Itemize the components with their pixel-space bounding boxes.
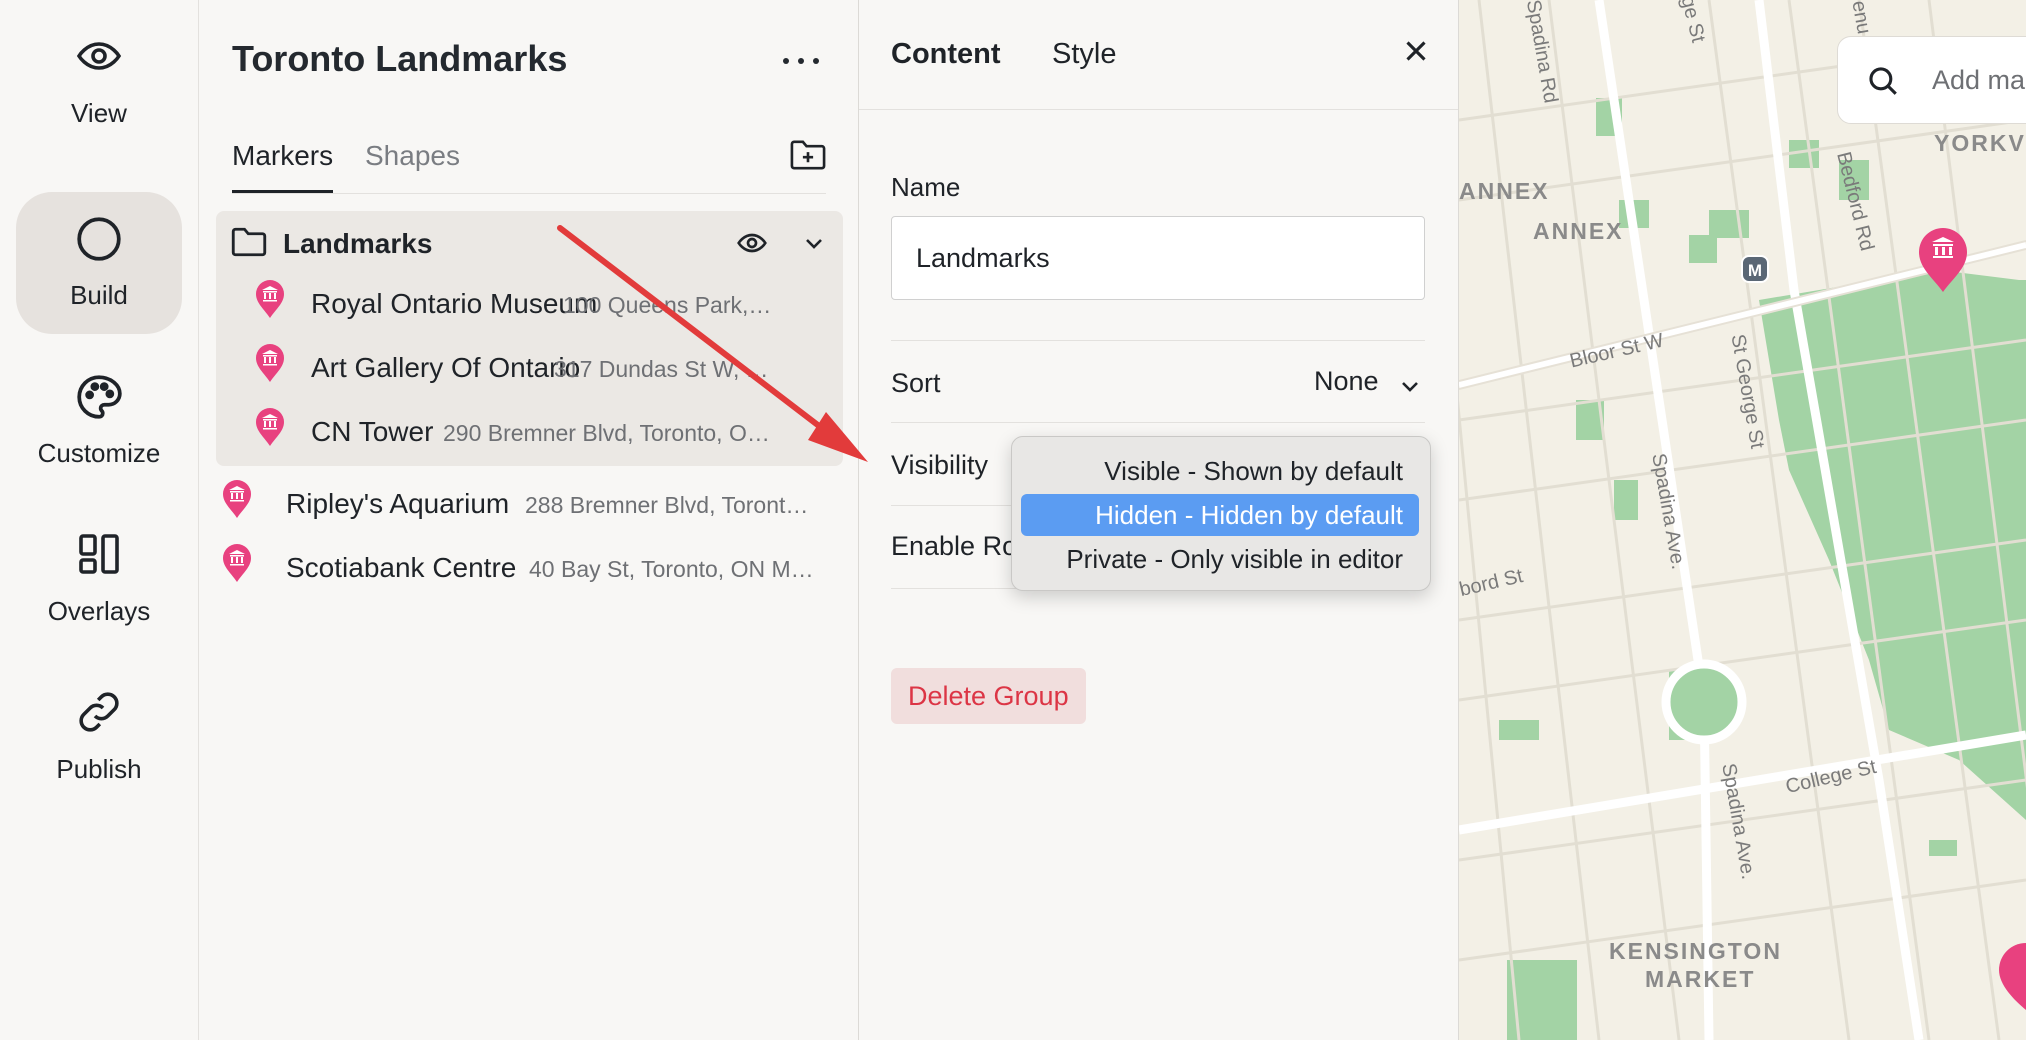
subway-station-icon: M (1741, 255, 1769, 283)
map-search-box[interactable]: Add ma (1837, 36, 2026, 124)
tab-content[interactable]: Content (891, 38, 1001, 71)
delete-group-button[interactable]: Delete Group (891, 668, 1086, 724)
marker-address: 290 Bremner Blvd, Toronto, ON M5V 3L9 (443, 420, 777, 446)
enable-routing-label: Enable Ro (891, 531, 1018, 561)
divider (891, 422, 1425, 423)
group-name-input[interactable] (891, 216, 1425, 300)
museum-pin-icon (256, 344, 284, 382)
marker-row[interactable]: Ripley's Aquarium 288 Bremner Blvd, Toro… (222, 475, 832, 537)
rail-item-view[interactable]: View (16, 10, 182, 152)
rail-label-build: Build (70, 280, 128, 310)
marker-name: CN Tower (311, 416, 434, 447)
visibility-option-visible[interactable]: Visible - Shown by default (1021, 450, 1419, 492)
map-area-label: ANNEX (1533, 218, 1624, 244)
visibility-option-private[interactable]: Private - Only visible in editor (1021, 538, 1419, 580)
museum-pin-icon (223, 480, 251, 518)
more-options-button[interactable] (779, 40, 823, 80)
group-name: Landmarks (283, 228, 433, 259)
tab-style[interactable]: Style (1052, 38, 1116, 71)
palette-icon (77, 375, 122, 419)
left-nav-rail: View Build Customize Overlays Publish (0, 0, 199, 1040)
close-icon[interactable] (1399, 34, 1433, 68)
rail-label-publish: Publish (56, 754, 142, 784)
circle-icon (77, 217, 121, 261)
visibility-option-hidden[interactable]: Hidden - Hidden by default (1021, 494, 1419, 536)
museum-pin-icon (256, 408, 284, 446)
marker-row[interactable]: Scotiabank Centre 40 Bay St, Toronto, ON… (222, 539, 832, 601)
rail-item-build[interactable]: Build (16, 192, 182, 334)
search-icon (1869, 67, 1897, 95)
museum-pin-icon (223, 544, 251, 582)
name-label: Name (891, 172, 961, 202)
marker-address: 288 Bremner Blvd, Toronto, ON (525, 492, 817, 518)
marker-name: Scotiabank Centre (286, 552, 517, 583)
map-view[interactable]: M ANNEX ANNEX YORKV KENSINGTON MARKET Sp… (1459, 0, 2026, 1040)
map-area-label: YORKV (1934, 130, 2026, 156)
group-header-row[interactable]: Landmarks (216, 211, 843, 275)
rail-item-customize[interactable]: Customize (16, 350, 182, 492)
visibility-dropdown-menu: Visible - Shown by default Hidden - Hidd… (1011, 436, 1431, 591)
layers-panel: Toronto Landmarks Markers Shapes Landmar… (199, 0, 859, 1040)
tab-markers[interactable]: Markers (232, 140, 334, 193)
spadina-circle (1661, 659, 1747, 745)
map-pin-partial (1999, 943, 2026, 1010)
marker-row[interactable]: Art Gallery Of Ontario 317 Dundas St W, … (255, 339, 835, 401)
chevron-down-icon (1402, 382, 1418, 392)
marker-address: 40 Bay St, Toronto, ON M5J 2X2 (529, 556, 817, 582)
rail-label-customize: Customize (37, 438, 161, 468)
tabs-divider (232, 193, 826, 194)
add-folder-icon[interactable] (789, 138, 827, 172)
rail-item-overlays[interactable]: Overlays (16, 508, 182, 650)
layout-icon (79, 534, 119, 574)
sort-label: Sort (891, 368, 941, 398)
chevron-down-icon[interactable] (801, 231, 827, 255)
museum-pin-icon (256, 280, 284, 318)
sort-select[interactable]: None (1314, 366, 1418, 397)
link-icon (79, 692, 119, 732)
map-area-label: KENSINGTON (1609, 938, 1782, 964)
divider (891, 340, 1425, 341)
marker-name: Art Gallery Of Ontario (311, 352, 581, 383)
map-title: Toronto Landmarks (232, 38, 568, 79)
map-search-placeholder: Add ma (1932, 65, 2026, 95)
rail-item-publish[interactable]: Publish (16, 666, 182, 808)
tab-shapes[interactable]: Shapes (365, 140, 460, 172)
folder-icon (231, 227, 267, 257)
marker-address: 100 Queens Park, Toronto, ON (563, 292, 777, 318)
eye-icon[interactable] (734, 227, 770, 259)
marker-name: Royal Ontario Museum (311, 288, 598, 319)
rail-label-view: View (71, 98, 127, 128)
map-area-label: MARKET (1645, 966, 1756, 992)
marker-name: Ripley's Aquarium (286, 488, 510, 519)
sort-value: None (1314, 366, 1379, 396)
marker-row[interactable]: Royal Ontario Museum 100 Queens Park, To… (255, 275, 835, 337)
visibility-label: Visibility (891, 450, 989, 480)
rail-label-overlays: Overlays (47, 596, 151, 626)
marker-group: Landmarks Royal Ontario Museum 100 Queen… (216, 211, 843, 466)
marker-address: 317 Dundas St W, Toronto, ON (554, 356, 777, 382)
header-divider (859, 109, 1458, 110)
eye-icon (76, 42, 122, 70)
map-area-label: ANNEX (1459, 178, 1550, 204)
marker-row[interactable]: CN Tower 290 Bremner Blvd, Toronto, ON M… (255, 403, 835, 465)
